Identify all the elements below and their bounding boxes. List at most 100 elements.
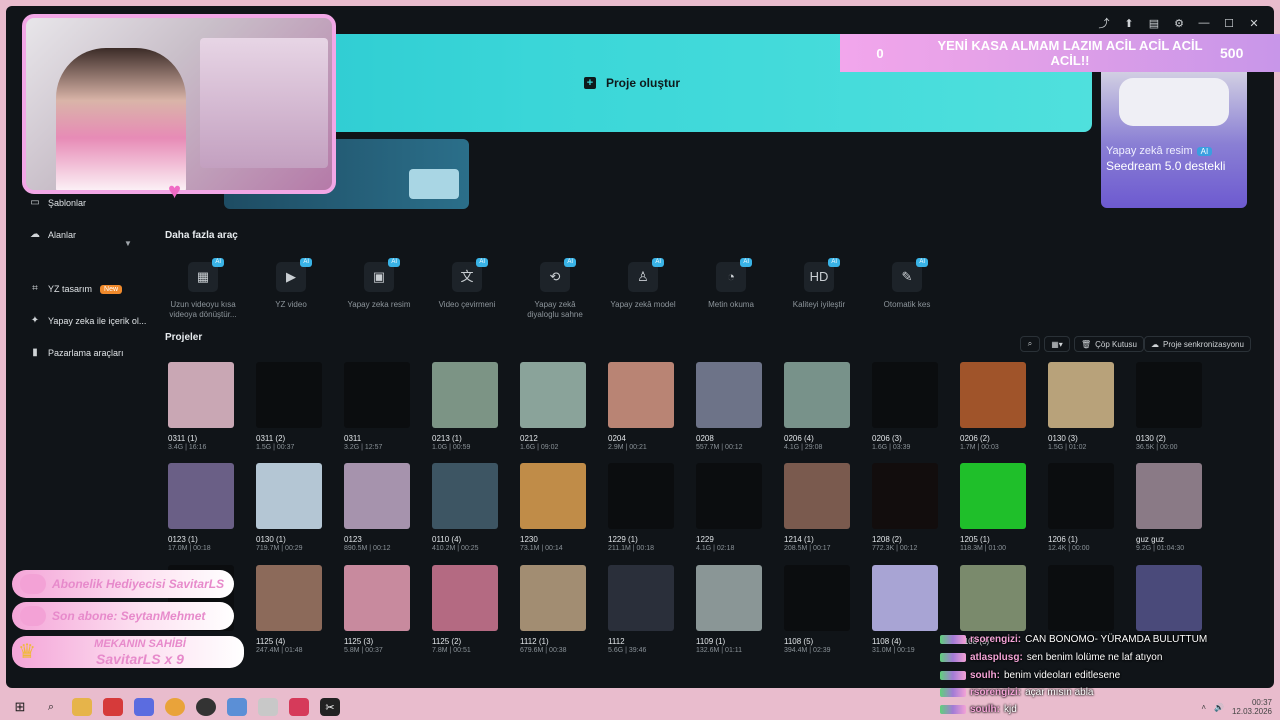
project-card[interactable]: 0130 (2) 36.5K | 00:00 — [1136, 362, 1216, 452]
project-card[interactable]: 1108 (5) 394.4M | 02:39 — [784, 565, 864, 655]
sidebar-item-templates[interactable]: ▭ Şablonlar — [30, 198, 86, 209]
project-sync-button[interactable]: ☁ Proje senkronizasyonu — [1144, 336, 1251, 352]
chevron-up-icon[interactable]: ˄ — [1201, 703, 1206, 712]
project-card[interactable]: 0206 (4) 4.1G | 29:08 — [784, 362, 864, 452]
tool-1[interactable]: ▶ AI YZ video — [246, 258, 336, 310]
project-name: 1205 (1) — [960, 535, 990, 544]
tool-8[interactable]: ✎ AI Otomatik kes — [862, 258, 952, 310]
project-card[interactable]: 0311 (1) 3.4G | 16:16 — [168, 362, 248, 452]
project-card[interactable]: guz guz 9.2G | 01:04:30 — [1136, 463, 1216, 553]
message-icon[interactable]: ▤ — [1142, 16, 1166, 30]
project-card[interactable]: 0130 (1) 719.7M | 00:29 — [256, 463, 336, 553]
tool-icon: ◔ AI — [716, 258, 752, 292]
project-card[interactable]: 1109 (1) 132.6M | 01:11 — [696, 565, 776, 655]
streamer-image — [56, 48, 186, 190]
project-thumbnail — [784, 463, 850, 529]
ai-badge: AI — [564, 258, 576, 267]
tool-4[interactable]: ⟲ AI Yapay zekâ diyaloglu sahne — [510, 258, 600, 320]
project-card[interactable]: 1125 (2) 7.8M | 00:51 — [432, 565, 512, 655]
system-tray: ˄ 🔊 00:37 12.03.2026 — [1201, 694, 1272, 720]
project-meta: 3.2G | 12:57 — [344, 444, 383, 451]
chevron-down-icon[interactable]: ▼ — [124, 239, 132, 248]
project-card[interactable] — [1136, 565, 1216, 637]
project-name: 0204 — [608, 434, 626, 443]
trash-button[interactable]: 🗑 Çöp Kutusu — [1074, 336, 1144, 352]
project-card[interactable]: 0213 (1) 1.0G | 00:59 — [432, 362, 512, 452]
obs-icon[interactable] — [196, 698, 216, 716]
chrome-icon[interactable] — [165, 698, 185, 716]
upload-icon[interactable]: ⬆ — [1117, 16, 1141, 30]
view-toggle-button[interactable]: ▦▾ — [1044, 336, 1070, 352]
project-card[interactable]: 1230 73.1M | 00:14 — [520, 463, 600, 553]
discord-icon[interactable] — [134, 698, 154, 716]
app-blue-icon[interactable] — [227, 698, 247, 716]
chat-message: soulh: benim videoları editlesene — [940, 670, 1120, 681]
sidebar-item-spaces[interactable]: ☁ Alanlar — [30, 230, 76, 241]
tool-7[interactable]: HD AI Kaliteyi iyileştir — [774, 258, 864, 310]
project-card[interactable] — [1048, 565, 1128, 637]
app-pink-icon[interactable] — [289, 698, 309, 716]
project-card[interactable]: 0123 890.5M | 00:12 — [344, 463, 424, 553]
project-card[interactable]: 0311 (2) 1.5G | 00:37 — [256, 362, 336, 452]
maximize-icon[interactable]: ☐ — [1217, 16, 1241, 30]
project-card[interactable]: 1125 (3) 5.8M | 00:37 — [344, 565, 424, 655]
project-card[interactable]: 1112 5.6G | 39:46 — [608, 565, 688, 655]
speaker-icon[interactable]: 🔊 — [1214, 703, 1224, 712]
chat-username: atlasplusg: — [970, 652, 1023, 663]
minimize-icon[interactable]: — — [1192, 16, 1216, 30]
app-grey-icon[interactable] — [258, 698, 278, 716]
project-card[interactable]: 0311 3.2G | 12:57 — [344, 362, 424, 452]
project-card[interactable]: 0110 (4) 410.2M | 00:25 — [432, 463, 512, 553]
capcut-icon[interactable]: ✂ — [320, 698, 340, 716]
project-card[interactable]: 0208 557.7M | 00:12 — [696, 362, 776, 452]
project-card[interactable]: 0130 (3) 1.5G | 01:02 — [1048, 362, 1128, 452]
project-thumbnail — [960, 463, 1026, 529]
clock[interactable]: 00:37 12.03.2026 — [1232, 698, 1272, 716]
project-card[interactable]: 1208 (2) 772.3K | 00:12 — [872, 463, 952, 553]
project-card[interactable]: 1206 (1) 12.4K | 00:00 — [1048, 463, 1128, 553]
sidebar-item-marketing[interactable]: ▮ Pazarlama araçları — [30, 348, 123, 359]
ai-image-card[interactable]: Yapay zekâ resim AI Seedream 5.0 destekli — [1101, 66, 1247, 208]
tools-section-title: Daha fazla araç — [165, 230, 238, 241]
project-card[interactable]: 0206 (2) 1.7M | 00:03 — [960, 362, 1040, 452]
sidebar-item-ai-design[interactable]: ⌗ YZ tasarım New — [30, 284, 123, 294]
goal-target: 500 — [1220, 45, 1244, 61]
app-red-icon[interactable] — [103, 698, 123, 716]
project-card[interactable]: 0123 (1) 17.0M | 00:18 — [168, 463, 248, 553]
project-meta: 394.4M | 02:39 — [784, 647, 831, 654]
project-card[interactable]: 1229 4.1G | 02:18 — [696, 463, 776, 553]
search-button[interactable]: ⌕ — [1020, 336, 1040, 352]
project-meta: 1.0G | 00:59 — [432, 444, 471, 451]
tool-5[interactable]: ♙ AI Yapay zekâ model — [598, 258, 688, 310]
tool-0[interactable]: ▦ AI Uzun videoyu kısa videoya dönüştür... — [158, 258, 248, 320]
project-card[interactable]: 1205 (1) 118.3M | 01:00 — [960, 463, 1040, 553]
project-name: 0130 (2) — [1136, 434, 1166, 443]
windows-start-icon[interactable]: ⊞ — [10, 698, 30, 716]
create-project-button[interactable]: + Proje oluştur — [584, 76, 680, 90]
sparkle-icon: ✦ — [30, 315, 40, 326]
goal-text: YENİ KASA ALMAM LAZIM ACİL ACİL ACİL ACİ… — [937, 38, 1203, 68]
project-card[interactable]: 1125 (4) 247.4M | 01:48 — [256, 565, 336, 655]
project-card[interactable]: 0204 2.9M | 00:21 — [608, 362, 688, 452]
chat-message: atlasplusg: sen benim lolüme ne laf atıyo… — [940, 652, 1162, 663]
project-card[interactable]: 1229 (1) 211.1M | 00:18 — [608, 463, 688, 553]
project-thumbnail — [1136, 362, 1202, 428]
settings-icon[interactable]: ⚙ — [1167, 16, 1191, 30]
project-card[interactable]: 1112 (1) 679.6M | 00:38 — [520, 565, 600, 655]
file-explorer-icon[interactable] — [72, 698, 92, 716]
tool-6[interactable]: ◔ AI Metin okuma — [686, 258, 776, 310]
project-name: 1229 — [696, 535, 714, 544]
project-meta: 890.5M | 00:12 — [344, 545, 391, 552]
project-card[interactable]: 0206 (3) 1.6G | 03:39 — [872, 362, 952, 452]
search-icon[interactable]: ⌕ — [41, 698, 61, 716]
tool-3[interactable]: 文 AI Video çevirmeni — [422, 258, 512, 310]
project-card[interactable]: 0212 1.6G | 09:02 — [520, 362, 600, 452]
share-icon[interactable]: ⤴ — [1092, 16, 1116, 30]
tool-label: YZ video — [275, 300, 307, 309]
sidebar-item-ai-content[interactable]: ✦ Yapay zeka ile içerik ol... — [30, 315, 147, 327]
card-title: Yapay zekâ resim — [1106, 145, 1193, 157]
project-card[interactable]: 1214 (1) 208.5M | 00:17 — [784, 463, 864, 553]
close-icon[interactable]: ✕ — [1242, 16, 1266, 30]
project-name: 1125 (4) — [256, 637, 286, 646]
tool-2[interactable]: ▣ AI Yapay zeka resim — [334, 258, 424, 310]
